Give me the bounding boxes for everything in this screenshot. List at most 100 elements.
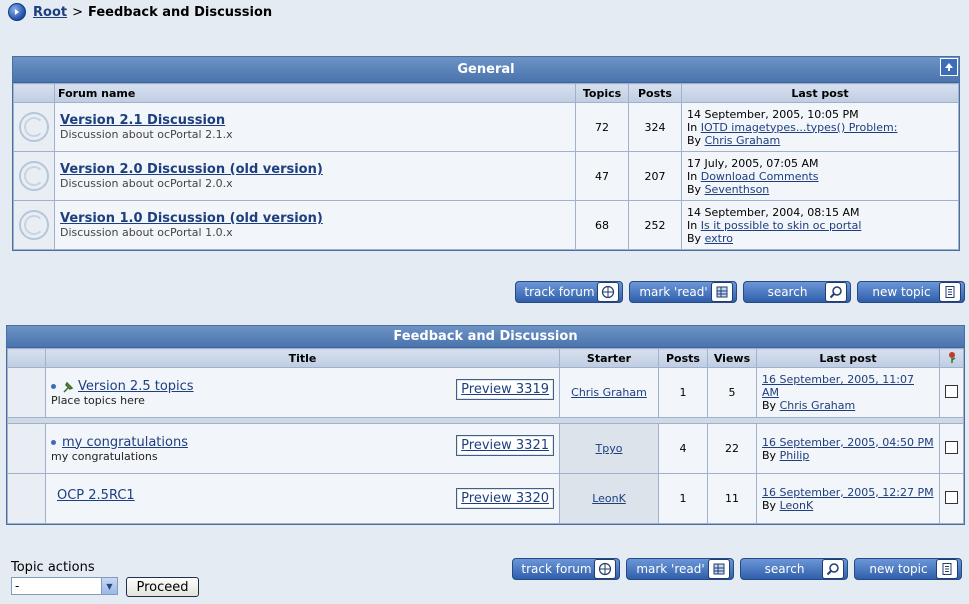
general-title: General (457, 62, 515, 77)
topic-views: 5 (707, 367, 757, 418)
new-topic-button[interactable]: new topic (857, 281, 965, 303)
forum-topics: 47 (575, 151, 629, 201)
by-label: By (762, 448, 777, 462)
mark-read-label: mark 'read' (636, 562, 705, 576)
col-topics: Topics (575, 83, 629, 103)
by-label: By (762, 399, 777, 412)
last-post-author-link[interactable]: Chris Graham (705, 134, 781, 147)
col-posts: Posts (628, 83, 682, 103)
forum-topics: 68 (575, 200, 629, 250)
topic-actions-select[interactable]: - ▼ (11, 577, 118, 595)
last-post-author-link[interactable]: Philip (780, 449, 810, 462)
topic-title-link[interactable]: OCP 2.5RC1 (57, 488, 135, 503)
topic-checkbox[interactable] (945, 384, 958, 398)
topic-starter-link[interactable]: LeonK (592, 492, 626, 505)
forum-topics: 72 (575, 102, 629, 152)
forum-name-link[interactable]: Version 1.0 Discussion (old version) (60, 211, 323, 226)
search-button[interactable]: search (740, 558, 848, 580)
col-select (939, 348, 964, 368)
topic-checkbox[interactable] (945, 440, 958, 454)
arrow-right-icon[interactable] (8, 3, 26, 21)
col-title: Title (45, 348, 560, 368)
last-post-author-link[interactable]: extro (705, 232, 733, 245)
magnifier-icon (822, 559, 844, 579)
breadcrumb-root-link[interactable]: Root (33, 5, 67, 20)
forum-actions-top: track forum mark 'read' search new topic (515, 281, 965, 303)
in-label: In (687, 218, 698, 232)
proceed-button[interactable]: Proceed (126, 577, 199, 597)
document-icon (939, 282, 961, 302)
chevron-down-icon[interactable]: ▼ (101, 578, 117, 594)
topic-checkbox[interactable] (945, 490, 958, 504)
in-label: In (687, 169, 698, 183)
col-posts: Posts (658, 348, 708, 368)
forum-description: Discussion about ocPortal 1.0.x (60, 226, 233, 239)
topic-title-link[interactable]: my congratulations (62, 435, 188, 450)
table-row: Preview 3320 OCP 2.5RC1 LeonK 1 11 16 Se… (7, 473, 964, 524)
track-forum-label: track forum (521, 562, 592, 576)
last-post-author-link[interactable]: Chris Graham (780, 399, 856, 412)
last-post-topic-link[interactable]: Download Comments (701, 170, 819, 183)
by-label: By (762, 498, 777, 512)
collapse-up-icon[interactable] (940, 58, 958, 76)
new-topic-button[interactable]: new topic (854, 558, 962, 580)
last-post-topic-link[interactable]: Is it possible to skin oc portal (701, 219, 862, 232)
pin-icon (63, 381, 74, 393)
in-label: In (687, 120, 698, 134)
col-icon-header (13, 83, 55, 103)
last-post-date-link[interactable]: 16 September, 2005, 12:27 PM (762, 486, 934, 499)
forum-actions-bottom: track forum mark 'read' search new topic (512, 558, 962, 580)
by-label: By (687, 133, 702, 147)
col-last-post: Last post (681, 83, 959, 103)
topic-starter-link[interactable]: Chris Graham (571, 386, 647, 399)
globe-icon (594, 559, 616, 579)
topic-list-table: Feedback and Discussion Title Starter Po… (6, 325, 965, 525)
forum-posts: 252 (628, 200, 682, 250)
mark-read-label: mark 'read' (639, 285, 708, 299)
forum-row: Version 1.0 Discussion (old version) Disc… (13, 200, 959, 250)
topic-title-link[interactable]: Version 2.5 topics (78, 379, 194, 394)
forum-description: Discussion about ocPortal 2.1.x (60, 128, 233, 141)
mark-read-button[interactable]: mark 'read' (626, 558, 734, 580)
forum-status-icon (13, 151, 55, 201)
topic-starter-link[interactable]: Tpyo (596, 442, 623, 455)
col-blank (7, 348, 46, 368)
topic-actions-selected: - (15, 579, 20, 593)
topic-actions-label: Topic actions (11, 560, 95, 575)
track-forum-button[interactable]: track forum (515, 281, 623, 303)
track-forum-button[interactable]: track forum (512, 558, 620, 580)
topic-actions: Topic actions - ▼ (11, 560, 118, 595)
bullet-icon (51, 440, 56, 445)
search-button[interactable]: search (743, 281, 851, 303)
forum-name-link[interactable]: Version 2.0 Discussion (old version) (60, 162, 323, 177)
last-post-author-link[interactable]: LeonK (780, 499, 814, 512)
last-post-date-link[interactable]: 16 September, 2005, 11:07 AM (762, 373, 914, 399)
forum-last-post: 17 July, 2005, 07:05 AM In Download Comm… (681, 151, 959, 201)
preview-button[interactable]: Preview 3319 (456, 378, 554, 400)
last-post-date-link[interactable]: 16 September, 2005, 04:50 PM (762, 436, 934, 449)
last-post-author-link[interactable]: Seventhson (705, 183, 770, 196)
general-forum-table: General Forum name Topics Posts Last pos… (12, 56, 960, 251)
forum-status-icon (13, 102, 55, 152)
forum-row: Version 2.0 Discussion (old version) Disc… (13, 151, 959, 201)
last-post-topic-link[interactable]: IOTD imagetypes...types() Problem: (701, 121, 898, 134)
forum-last-post: 14 September, 2005, 10:05 PM In IOTD ima… (681, 102, 959, 152)
search-label: search (764, 562, 805, 576)
preview-link[interactable]: Preview 3319 (461, 382, 549, 397)
mark-read-button[interactable]: mark 'read' (629, 281, 737, 303)
col-views: Views (707, 348, 757, 368)
forum-name-link[interactable]: Version 2.1 Discussion (60, 113, 225, 128)
preview-button[interactable]: Preview 3320 (456, 488, 554, 509)
last-post-date: 14 September, 2004, 08:15 AM (687, 205, 860, 219)
breadcrumb-current: Feedback and Discussion (88, 4, 273, 20)
preview-link[interactable]: Preview 3321 (461, 438, 549, 453)
table-row: Preview 3319 Version 2.5 topics Place to… (7, 367, 964, 418)
forum-row: Version 2.1 Discussion Discussion about o… (13, 102, 959, 152)
topic-list-title-bar: Feedback and Discussion (7, 326, 964, 348)
preview-button[interactable]: Preview 3321 (456, 434, 554, 456)
search-label: search (767, 285, 808, 299)
general-title-bar: General (13, 57, 959, 83)
grid-icon (708, 559, 730, 579)
preview-link[interactable]: Preview 3320 (461, 491, 549, 506)
track-forum-label: track forum (524, 285, 595, 299)
